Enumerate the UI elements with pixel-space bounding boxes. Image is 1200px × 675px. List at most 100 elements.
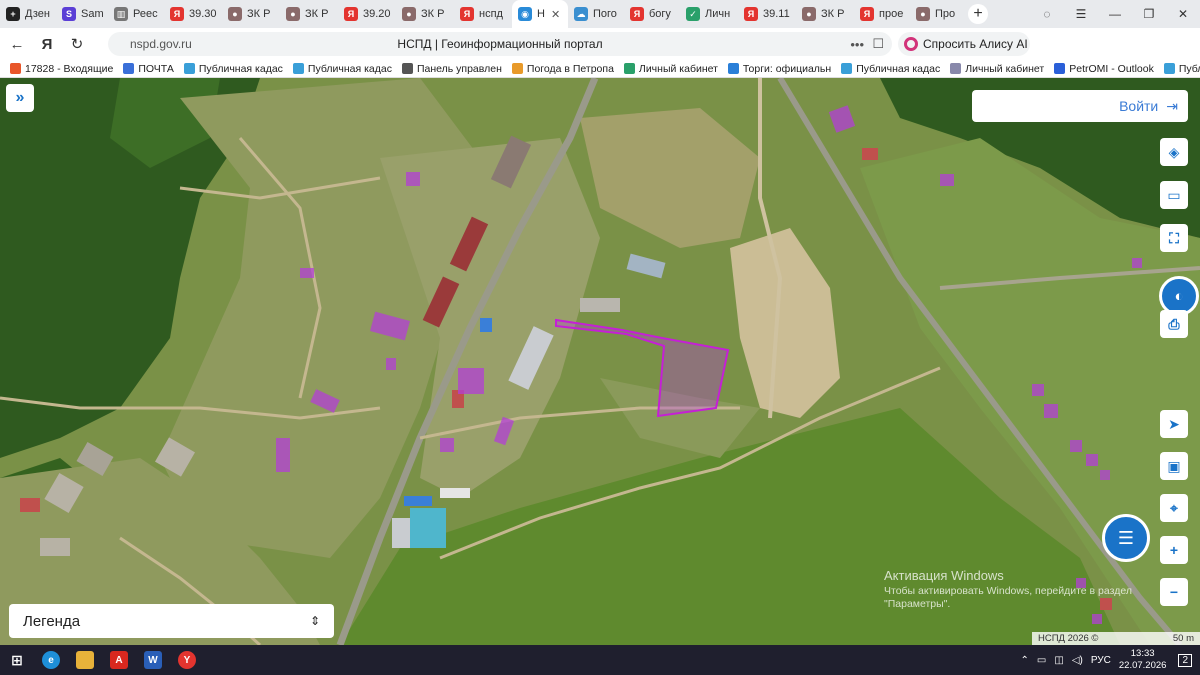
select-area-button[interactable]: ⛶ [1160,224,1188,252]
bookmark-item[interactable]: Погода в Петропа [511,62,614,75]
tab[interactable]: ● ЗК Р [396,0,454,28]
cabinet-icon [623,63,635,74]
login-icon: ⇥ [1166,97,1178,114]
bookmark-label: Погода в Петропа [526,62,614,75]
tab[interactable]: S Sam [56,0,108,28]
tab[interactable]: Я 39.20 [338,0,396,28]
weather-icon [511,63,523,74]
folder-icon [76,651,94,669]
close-window-icon[interactable]: ✕ [1166,7,1200,21]
taskbar-word[interactable]: W [136,645,170,675]
satellite-map[interactable]: Активация Windows Чтобы активировать Win… [0,78,1200,645]
tab-label: Пого [593,8,617,20]
cadastre-icon [183,63,195,74]
tab[interactable]: ▥ Реес [108,0,164,28]
taskbar-yandex[interactable]: Y [170,645,204,675]
tab[interactable]: ☁ Пого [568,0,624,28]
page-icon: ● [402,7,416,21]
nspd-icon: ◉ [518,7,532,21]
alice-label: Спросить Алису AI [923,37,1028,51]
new-tab-button[interactable]: + [968,4,988,24]
tab[interactable]: ● ЗК Р [280,0,338,28]
battery-icon[interactable]: ▭ [1037,655,1046,666]
restore-icon[interactable]: ❐ [1132,7,1166,21]
activation-text: Чтобы активировать Windows, перейдите в … [884,585,1132,610]
taskbar-acrobat[interactable]: A [102,645,136,675]
login-button[interactable]: Войти ⇥ [972,90,1188,122]
tab-label: Н [537,8,545,20]
minimize-icon[interactable]: — [1098,7,1132,21]
tab[interactable]: Я 39.11 [738,0,796,28]
tab-label: 39.11 [763,8,790,20]
bookmark-item[interactable]: Личный кабинет [623,63,718,75]
zoom-out-button[interactable]: − [1160,578,1188,606]
bookmark-item[interactable]: Торги: официальн [727,63,831,75]
volume-icon[interactable]: ◁) [1072,655,1083,666]
chat-button[interactable]: ☰ [1102,514,1150,562]
yandex-browser-icon: Y [178,651,196,669]
layers-button[interactable]: ◈ [1160,138,1188,166]
url-field[interactable]: nspd.gov.ru НСПД | Геоинформационный пор… [108,32,892,56]
legend-panel[interactable]: Легенда ⇕ [9,604,334,638]
close-tab-icon[interactable]: ✕ [551,8,560,21]
yandex-icon: Я [460,7,474,21]
bookmark-item[interactable]: Личный кабинет [950,63,1044,75]
bookmark-item[interactable]: Публичная кадас [292,63,392,75]
taskbar-edge[interactable]: e [34,645,68,675]
reload-icon[interactable]: ↻ [64,31,90,57]
tab[interactable]: Ябогу [624,0,680,28]
zoom-in-button[interactable]: + [1160,536,1188,564]
bookmark-item[interactable]: Панель управлен [401,63,502,75]
bookmark-item[interactable]: Публичная ка [1163,63,1200,75]
input-language[interactable]: РУС [1091,655,1111,666]
tab[interactable]: Япрое [854,0,910,28]
bookmark-item[interactable]: 17828 - Входящие [10,63,113,75]
profile-icon[interactable]: ◌ [1030,7,1064,21]
cadastre-icon [1163,63,1175,74]
bookmark-item[interactable]: PetrOMI - Outlook [1054,63,1154,75]
tab-label: ЗК Р [247,8,271,20]
word-icon: W [144,651,162,669]
bookmark-icon[interactable]: ☐ [872,36,884,52]
page-icon: ● [916,7,930,21]
start-button[interactable]: ⊞ [0,645,34,675]
more-icon[interactable]: ••• [850,37,864,52]
basemap-button[interactable]: ▣ [1160,452,1188,480]
notifications-icon[interactable]: 2 [1178,653,1192,667]
page-icon: ● [286,7,300,21]
menu-icon[interactable]: ☰ [1064,7,1098,21]
edge-icon: e [42,651,60,669]
bookmark-label: ПОЧТА [138,62,174,75]
bookmark-item[interactable]: ПОЧТА [123,63,174,75]
tab[interactable]: Я 39.30 [164,0,222,28]
registry-icon: ▥ [114,7,128,21]
clock[interactable]: 13:33 22.07.2026 [1119,648,1167,672]
tab[interactable]: + Дзен [0,0,56,28]
taskbar-explorer[interactable] [68,645,102,675]
address-bar: ← Я ↻ nspd.gov.ru НСПД | Геоинформационн… [0,28,1200,78]
locate-button[interactable]: ➤ [1160,410,1188,438]
ruler-button[interactable]: ▭ [1160,181,1188,209]
network-icon[interactable]: ◫ [1054,655,1063,666]
tab-active[interactable]: ◉ Н ✕ [512,0,568,28]
tab[interactable]: ● ЗК Р [796,0,854,28]
windows-icon: ⊞ [11,651,23,668]
chevron-up-icon[interactable]: ⌃ [1021,655,1029,666]
yandex-home-icon[interactable]: Я [34,31,60,57]
tab[interactable]: Янспд [454,0,512,28]
tab[interactable]: ● ЗК Р [222,0,280,28]
tab-label: нспд [479,8,503,20]
acrobat-icon: A [110,651,128,669]
bookmark-item[interactable]: Публичная кадас [183,63,283,75]
expand-panel-button[interactable]: » [6,84,34,112]
bookmark-item[interactable]: Публичная кадас [841,63,940,75]
tab[interactable]: ● Про [910,0,962,28]
tab-label: ЗК Р [421,8,445,20]
alice-button[interactable]: Спросить Алису AI [898,32,1030,56]
cabinet-icon: ✓ [686,7,700,21]
cadastre-icon [841,63,853,74]
print-button[interactable]: ⎙ [1160,310,1188,338]
back-icon[interactable]: ← [4,31,30,57]
tab[interactable]: ✓ Личн [680,0,738,28]
poi-button[interactable]: ⌖ [1160,494,1188,522]
